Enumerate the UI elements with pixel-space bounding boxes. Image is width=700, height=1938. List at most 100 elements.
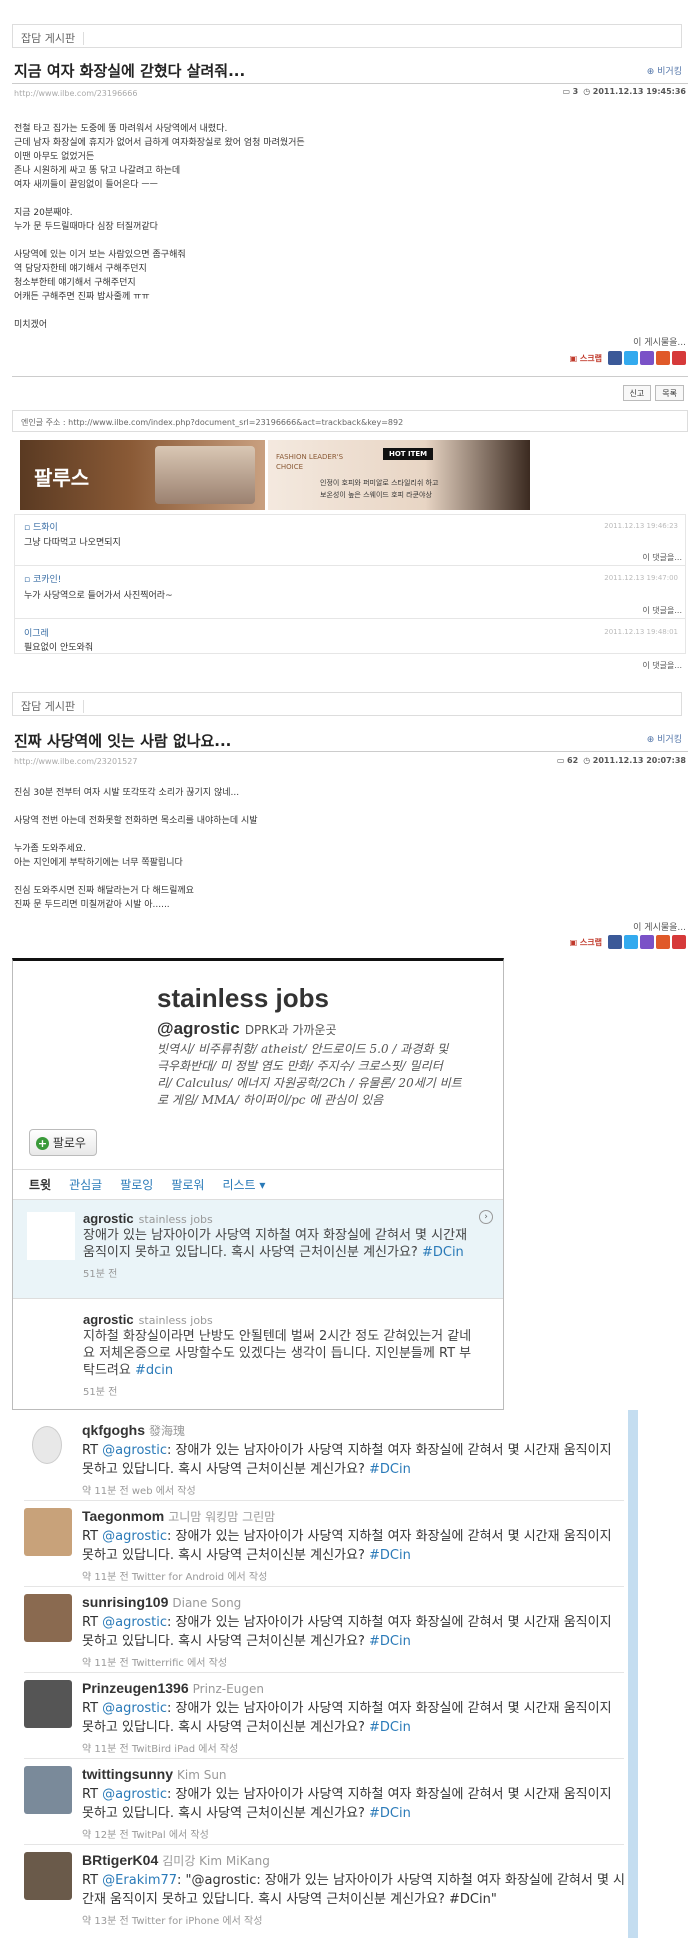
bio-line: 리/ Calculus/ 에너지 자원공학/2Ch / 유물론/ 20세기 비트 xyxy=(157,1076,462,1090)
profile-handle[interactable]: @agrostic xyxy=(157,1019,240,1038)
divider xyxy=(12,376,688,377)
beg-button[interactable]: ⊕ 비거킹 xyxy=(647,732,682,745)
mention-link[interactable]: @agrostic xyxy=(102,1615,167,1630)
retweet-text: RT @agrostic: 장애가 있는 남자아이가 사당역 지하철 여자 화장… xyxy=(82,1527,627,1565)
yozm-icon[interactable] xyxy=(656,351,670,365)
reply-link[interactable]: 이 댓글을... xyxy=(642,552,682,563)
twitter-icon[interactable] xyxy=(624,935,638,949)
reply-link[interactable]: 이 댓글을... xyxy=(642,660,682,671)
post-url[interactable]: http://www.ilbe.com/23201527 xyxy=(14,757,137,766)
me2day-icon[interactable] xyxy=(640,935,654,949)
board-name[interactable]: 잡담 게시판 xyxy=(21,32,85,45)
report-button[interactable]: 신고 xyxy=(622,385,652,401)
mention-link[interactable]: @agrostic xyxy=(102,1701,167,1716)
comment-user[interactable]: ▫ 코카인! xyxy=(24,572,61,585)
comment-count: 62 xyxy=(567,756,579,765)
tab-favorites[interactable]: 관심글 xyxy=(69,1176,102,1193)
twitter-icon[interactable] xyxy=(624,351,638,365)
retweet-username[interactable]: twittingsunny xyxy=(82,1766,173,1782)
board-tab[interactable]: 잡담 게시판 xyxy=(12,692,682,716)
post-body: 전철 타고 집가는 도중에 똥 마려워서 사당역에서 내렸다. 근데 남자 화장실… xyxy=(14,122,305,332)
profile-handle-row: @agrostic DPRK과 가까운곳 xyxy=(157,1019,337,1039)
board-tab[interactable]: 잡담 게시판 xyxy=(12,24,682,48)
tweet-time[interactable]: 51분 전 xyxy=(83,1383,483,1398)
retweet-content: qkfgoghs 發海瑰 RT @agrostic: 장애가 있는 남자아이가 사당… xyxy=(82,1420,627,1497)
body-line: 진심 30분 전부터 여자 시발 또각또각 소리가 끊기지 않네... xyxy=(14,788,240,798)
facebook-icon[interactable] xyxy=(608,351,622,365)
divider xyxy=(24,1844,624,1845)
scrap-button[interactable]: ▣ 스크랩 xyxy=(570,937,602,948)
hashtag[interactable]: #DCin xyxy=(369,1462,411,1477)
hashtag[interactable]: #dcin xyxy=(135,1363,173,1378)
avatar[interactable] xyxy=(24,1594,72,1642)
list-button[interactable]: 목록 xyxy=(655,385,684,401)
retweet-text: RT @agrostic: 장애가 있는 남자아이가 사당역 지하철 여자 화장… xyxy=(82,1699,627,1737)
follow-button[interactable]: + 팔로우 xyxy=(29,1129,97,1156)
retweet-realname: 發海瑰 xyxy=(149,1424,186,1438)
body-line: 전철 타고 집가는 도중에 똥 마려워서 사당역에서 내렸다. xyxy=(14,124,228,134)
post-title: 진짜 사당역에 잇는 사람 없나요... xyxy=(14,732,232,750)
retweet-username[interactable]: Prinzeugen1396 xyxy=(82,1680,189,1696)
beg-button[interactable]: ⊕ 비거킹 xyxy=(647,64,682,77)
post-url[interactable]: http://www.ilbe.com/23196666 xyxy=(14,89,137,98)
mention-link[interactable]: @agrostic xyxy=(102,1529,167,1544)
ad-banner-left[interactable]: 팔루스 xyxy=(20,440,265,510)
retweet-meta[interactable]: 약 11분 전 TwitBird iPad 에서 작성 xyxy=(82,1740,627,1755)
tweet-item[interactable]: agrostic stainless jobs 장애가 있는 남자아이가 사당역… xyxy=(13,1199,503,1299)
tweet-username[interactable]: agrostic xyxy=(83,1211,134,1226)
ad-banner-right[interactable]: FASHION LEADER'S CHOICE HOT ITEM 인정이 호피와… xyxy=(268,440,530,510)
avatar[interactable] xyxy=(24,1680,72,1728)
avatar[interactable] xyxy=(24,1852,72,1900)
rt-prefix: RT xyxy=(82,1443,103,1458)
hashtag[interactable]: #DCin xyxy=(369,1806,411,1821)
yozm-icon[interactable] xyxy=(656,935,670,949)
hashtag[interactable]: #DCin xyxy=(369,1548,411,1563)
scrap-button[interactable]: ▣ 스크랩 xyxy=(570,353,602,364)
retweet-content: twittingsunny Kim Sun RT @agrostic: 장애가 있는… xyxy=(82,1764,627,1841)
tweet-item[interactable]: agrostic stainless jobs 지하철 화장실이라면 난방도 안… xyxy=(13,1301,503,1401)
hashtag[interactable]: #DCin xyxy=(422,1245,464,1260)
retweet-realname: 김미강 Kim MiKang xyxy=(162,1854,270,1868)
avatar[interactable] xyxy=(32,1426,62,1464)
hashtag[interactable]: #DCin xyxy=(369,1634,411,1649)
comment-count: 3 xyxy=(572,87,579,96)
comment-user[interactable]: ▫ 드화이 xyxy=(24,520,58,533)
tweet-time[interactable]: 51분 전 xyxy=(83,1265,483,1280)
retweet-meta[interactable]: 약 13분 전 Twitter for iPhone 에서 작성 xyxy=(82,1912,627,1927)
retweet-meta[interactable]: 약 11분 전 web 에서 작성 xyxy=(82,1482,627,1497)
reply-link[interactable]: 이 댓글을... xyxy=(642,605,682,616)
retweet-realname: Prinz-Eugen xyxy=(192,1682,264,1696)
board-name[interactable]: 잡담 게시판 xyxy=(21,700,85,713)
mention-link[interactable]: @agrostic xyxy=(102,1787,167,1802)
retweet-meta[interactable]: 약 12분 전 TwitPal 에서 작성 xyxy=(82,1826,627,1841)
tab-followers[interactable]: 팔로워 xyxy=(171,1176,204,1193)
me2day-icon[interactable] xyxy=(640,351,654,365)
trackback-url[interactable]: 엔인글 주소 : http://www.ilbe.com/index.php?d… xyxy=(21,418,403,427)
cyworld-icon[interactable] xyxy=(672,935,686,949)
tweet-username[interactable]: agrostic xyxy=(83,1312,134,1327)
retweet-username[interactable]: BRtigerK04 xyxy=(82,1852,158,1868)
facebook-icon[interactable] xyxy=(608,935,622,949)
divider xyxy=(14,565,686,566)
retweet-username[interactable]: qkfgoghs xyxy=(82,1422,145,1438)
ad-line1: 인정이 호피와 퍼미알로 스타일리쉬 하고 xyxy=(320,479,439,487)
tab-lists[interactable]: 리스트 ▾ xyxy=(222,1176,265,1193)
retweet-meta[interactable]: 약 11분 전 Twitter for Android 에서 작성 xyxy=(82,1568,627,1583)
retweet-meta[interactable]: 약 11분 전 Twitterrific 에서 작성 xyxy=(82,1654,627,1669)
retweet-username[interactable]: Taegonmom xyxy=(82,1508,164,1524)
avatar[interactable] xyxy=(24,1508,72,1556)
comment-user[interactable]: 이그레 xyxy=(24,626,49,639)
retweet-username[interactable]: sunrising109 xyxy=(82,1594,168,1610)
divider xyxy=(14,618,686,619)
tab-following[interactable]: 팔로잉 xyxy=(120,1176,153,1193)
divider xyxy=(13,1169,503,1170)
avatar[interactable] xyxy=(24,1766,72,1814)
cyworld-icon[interactable] xyxy=(672,351,686,365)
tab-tweets[interactable]: 트윗 xyxy=(29,1176,51,1193)
mention-link[interactable]: @agrostic xyxy=(102,1443,167,1458)
mention-link[interactable]: @Erakim77 xyxy=(102,1873,177,1888)
body-line xyxy=(14,800,258,814)
expand-icon[interactable]: › xyxy=(479,1210,493,1224)
hashtag[interactable]: #DCin xyxy=(369,1720,411,1735)
body-line: 누가 문 두드릴때마다 심장 터질꺼같다 xyxy=(14,222,158,232)
